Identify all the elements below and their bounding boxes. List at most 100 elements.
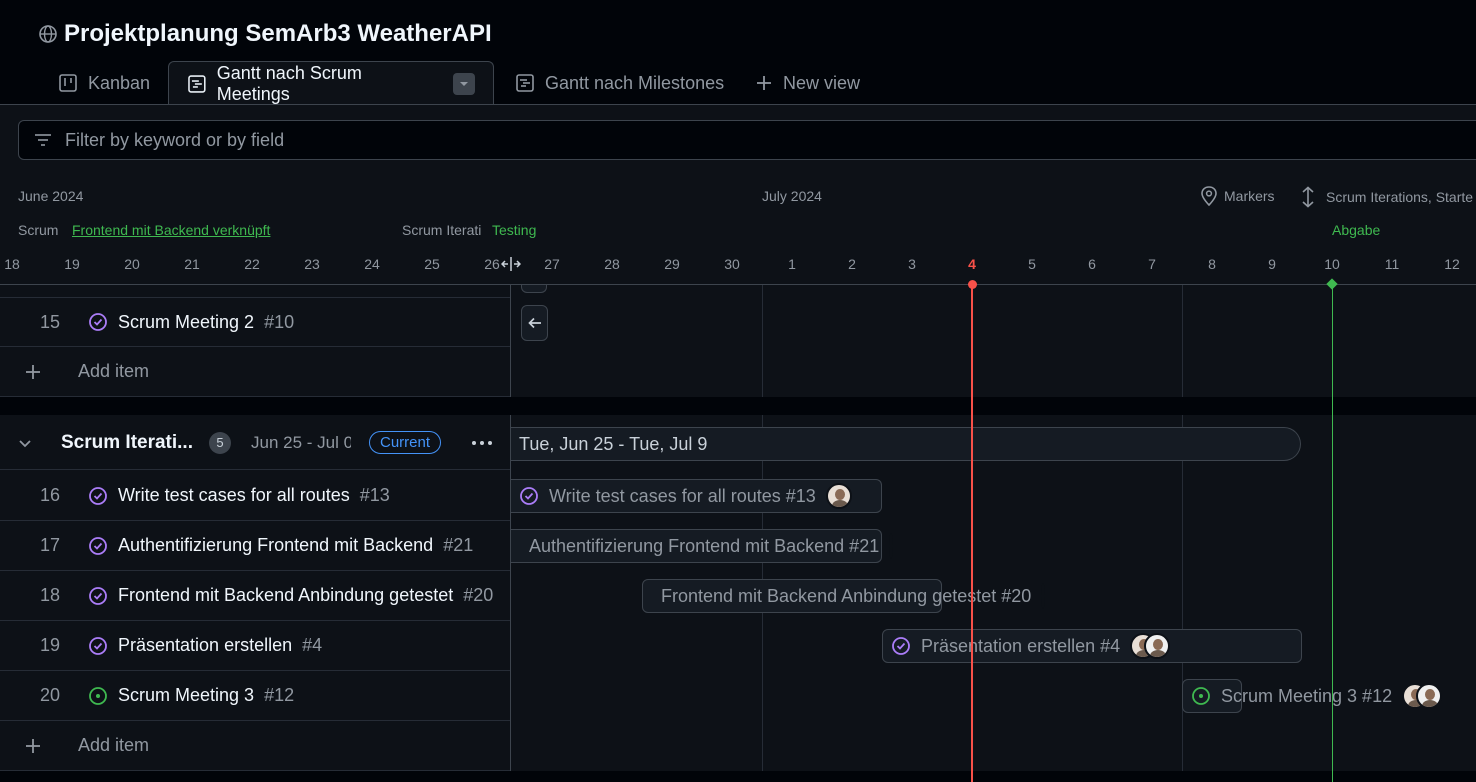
day-label: 3 — [908, 256, 916, 272]
day-label: 11 — [1384, 256, 1400, 272]
avatar[interactable] — [1416, 683, 1443, 709]
avatar[interactable] — [825, 483, 852, 509]
roadmap-icon — [188, 74, 206, 93]
row-number: 17 — [39, 535, 60, 555]
row-title[interactable]: Frontend mit Backend Anbindung getestet — [118, 585, 453, 606]
group-name: Scrum Iterati... — [61, 431, 193, 453]
gantt-bar[interactable]: Write test cases for all routes #13 — [511, 479, 882, 513]
day-label: 29 — [664, 256, 680, 272]
row-title[interactable]: Write test cases for all routes — [118, 485, 350, 506]
day-label: 7 — [1148, 256, 1156, 272]
arrow-left-icon — [527, 317, 541, 329]
marker-label[interactable]: Abgabe — [1332, 222, 1380, 238]
tab-gantt-milestones[interactable]: Gantt nach Milestones — [515, 61, 724, 105]
avatar-stack — [1402, 683, 1443, 709]
day-label: 5 — [1028, 256, 1036, 272]
add-item-row[interactable]: Add item — [0, 347, 510, 397]
location-pin-icon — [1201, 186, 1217, 206]
new-view-button[interactable]: New view — [755, 61, 860, 105]
table-row[interactable]: 17 Authentifizierung Frontend mit Backen… — [0, 521, 510, 571]
add-item-row[interactable]: Add item — [0, 721, 510, 771]
table-row[interactable]: 16 Write test cases for all routes #13 — [0, 471, 510, 521]
day-label: 6 — [1088, 256, 1096, 272]
tab-gantt-scrum-meetings[interactable]: Gantt nach Scrum Meetings — [168, 61, 494, 105]
globe-icon — [39, 25, 57, 43]
avatar[interactable] — [1144, 633, 1171, 659]
marker-label[interactable]: Scrum Iterati — [402, 222, 481, 238]
issue-closed-icon — [89, 313, 107, 331]
tab-options-button[interactable] — [453, 72, 475, 95]
tab-kanban[interactable]: Kanban — [58, 61, 150, 105]
kebab-horizontal-icon[interactable] — [471, 440, 493, 446]
group-header[interactable]: Scrum Iterati... 5 Jun 25 - Jul 0 Curren… — [0, 416, 510, 470]
day-label: 23 — [304, 256, 320, 272]
row-title[interactable]: Präsentation erstellen — [118, 635, 292, 656]
today-marker-dot — [968, 280, 977, 289]
triangle-down-icon — [460, 81, 469, 86]
row-title[interactable]: Scrum Meeting 3 — [118, 685, 254, 706]
issue-closed-icon — [89, 536, 107, 555]
gantt-bar-label: Authentifizierung Frontend mit Backend #… — [529, 535, 880, 556]
iteration-bar[interactable]: Tue, Jun 25 - Tue, Jul 9 — [511, 427, 1301, 461]
day-label: 19 — [64, 256, 80, 272]
row-issue-number: #4 — [302, 635, 323, 655]
issue-closed-icon — [89, 636, 107, 655]
row-issue-number: #12 — [264, 685, 295, 705]
sort-button[interactable]: Scrum Iterations, Starte — [1300, 186, 1473, 208]
row-title[interactable]: Scrum Meeting 2 — [118, 312, 254, 333]
gantt-bar-label: Scrum Meeting 3 #12 — [1221, 685, 1393, 706]
day-label: 1 — [788, 256, 796, 272]
row-issue-number: #21 — [443, 535, 474, 555]
tab-label: New view — [783, 72, 861, 93]
resize-handle-icon[interactable] — [501, 256, 521, 272]
sort-arrows-icon — [1302, 186, 1314, 208]
month-label: June 2024 — [18, 188, 84, 204]
filter-input[interactable]: Filter by keyword or by field — [18, 120, 1476, 160]
markers-button[interactable]: Markers — [1200, 186, 1275, 206]
add-item-label: Add item — [78, 361, 150, 381]
scroll-to-item-button[interactable] — [521, 305, 548, 341]
gantt-bar[interactable]: Scrum Meeting 3 #12 — [1182, 679, 1443, 713]
milestone-line — [1332, 284, 1333, 782]
row-number: 16 — [39, 485, 60, 505]
group-separator — [0, 397, 1476, 415]
iteration-bar-label: Tue, Jun 25 - Tue, Jul 9 — [519, 433, 708, 454]
gantt-bar[interactable]: Frontend mit Backend Anbindung getestet … — [642, 579, 1046, 613]
row-issue-number: #10 — [264, 311, 295, 332]
marker-label[interactable]: Frontend mit Backend verknüpft — [72, 222, 270, 238]
issue-open-icon — [89, 686, 107, 705]
day-label: 21 — [184, 256, 200, 272]
row-number: 20 — [39, 685, 60, 705]
tab-divider — [0, 104, 1476, 105]
table-row[interactable]: 15 Scrum Meeting 2 #10 — [0, 297, 510, 347]
row-title[interactable]: Authentifizierung Frontend mit Backend — [118, 535, 433, 556]
gantt-bar[interactable]: Authentifizierung Frontend mit Backend #… — [511, 529, 894, 563]
chevron-down-icon[interactable] — [17, 435, 33, 451]
day-label: 2 — [848, 256, 856, 272]
project-header: Projektplanung SemArb3 WeatherAPI — [38, 18, 492, 50]
marker-label[interactable]: Scrum — [18, 222, 58, 238]
table-row[interactable]: 20 Scrum Meeting 3 #12 — [0, 671, 510, 721]
day-label: 28 — [604, 256, 620, 272]
tab-label: Gantt nach Scrum Meetings — [216, 62, 362, 104]
add-item-label: Add item — [78, 735, 150, 755]
table-row[interactable]: 19 Präsentation erstellen #4 — [0, 621, 510, 671]
day-label: 30 — [724, 256, 740, 272]
plus-icon — [26, 364, 40, 379]
day-label: 18 — [4, 256, 20, 272]
marker-label[interactable]: Testing — [492, 222, 536, 238]
gantt-bar-label: Write test cases for all routes #13 — [549, 485, 816, 506]
day-label: 25 — [424, 256, 440, 272]
avatar-stack — [1130, 633, 1171, 659]
current-badge: Current — [369, 431, 442, 454]
day-label: 27 — [544, 256, 560, 272]
markers-label: Markers — [1224, 188, 1275, 204]
gantt-bar[interactable]: Präsentation erstellen #4 — [882, 629, 1302, 663]
day-label: 22 — [244, 256, 260, 272]
table-row[interactable]: 18 Frontend mit Backend Anbindung getest… — [0, 571, 510, 621]
plus-icon — [757, 76, 771, 90]
issue-open-icon — [1192, 687, 1210, 705]
row-number: 18 — [39, 585, 60, 605]
roadmap-icon — [516, 74, 534, 92]
today-line — [971, 284, 973, 782]
